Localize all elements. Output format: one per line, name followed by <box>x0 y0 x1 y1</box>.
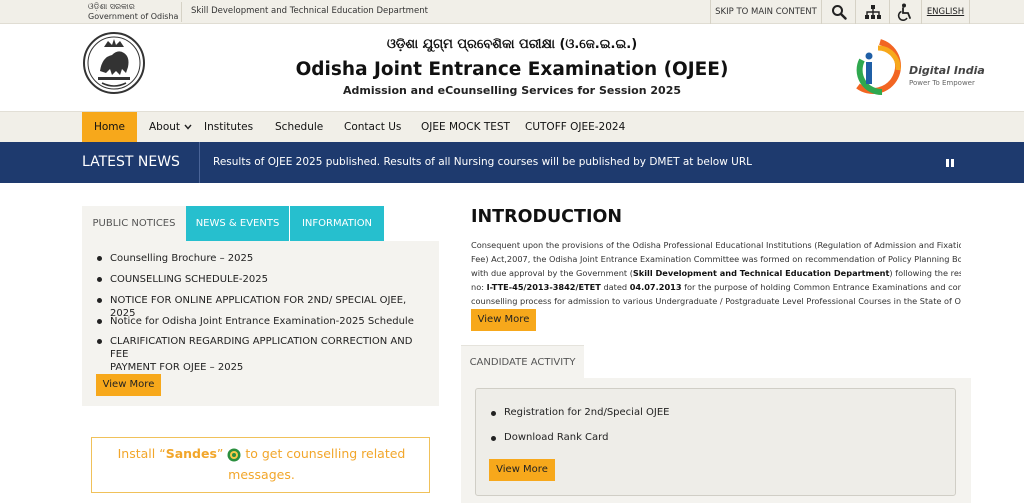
notice-item[interactable]: Counselling Brochure – 2025 <box>97 252 420 265</box>
tab-candidate-activity[interactable]: CANDIDATE ACTIVITY <box>461 345 584 378</box>
digital-india-icon <box>856 39 901 96</box>
intro-text: dated <box>600 282 630 292</box>
intro-resolution-date: 04.07.2013 <box>629 282 682 292</box>
nav-item-home[interactable]: Home <box>82 112 137 142</box>
tab-information[interactable]: INFORMATION <box>290 206 384 241</box>
intro-department: Skill Development and Technical Educatio… <box>632 268 890 278</box>
site-header: ଓଡ଼ିଶା ଯୁଗ୍ମ ପ୍ରବେଶିକା ପରୀକ୍ଷା (ଓ.ଜେ.ଇ.ଇ… <box>0 24 1024 111</box>
intro-text: no: <box>471 282 487 292</box>
sitemap-button[interactable] <box>856 0 890 24</box>
latest-news-label: LATEST NEWS <box>82 154 180 170</box>
intro-text: with due approval by the Government ( <box>471 268 633 278</box>
sandes-app-name: Sandes <box>165 446 217 461</box>
introduction-title: INTRODUCTION <box>471 207 622 227</box>
nav-item-about[interactable]: About <box>149 112 192 142</box>
search-icon <box>831 5 847 20</box>
intro-text: for the purpose of holding Common Entran… <box>684 282 961 292</box>
nav-item-about-label: About <box>149 121 181 133</box>
sandes-banner[interactable]: Install “Sandes” to get counselling rela… <box>91 437 430 493</box>
intro-paragraph-line: Fee) Act,2007, the Odisha Joint Entrance… <box>471 254 961 264</box>
sandes-line-1: Install “Sandes” to get counselling rela… <box>92 446 431 462</box>
sitemap-icon <box>864 5 881 19</box>
sandes-text-quote: ” <box>216 446 228 461</box>
main-navigation: Home About Institutes Schedule Contact U… <box>0 111 1024 142</box>
intro-paragraph-line: with due approval by the Government (Ski… <box>471 266 961 280</box>
accessibility-icon <box>897 3 911 21</box>
government-odia-label: ଓଡ଼ିଶା ସରକାର <box>88 2 135 11</box>
nav-item-schedule[interactable]: Schedule <box>275 112 323 142</box>
candidate-activity-view-more-button[interactable]: View More <box>489 459 555 481</box>
search-button[interactable] <box>822 0 856 24</box>
intro-view-more-button[interactable]: View More <box>471 309 536 331</box>
notices-view-more-button[interactable]: View More <box>96 374 161 396</box>
language-english-link[interactable]: ENGLISH <box>922 0 970 24</box>
digital-india-tagline: Power To Empower <box>909 79 975 87</box>
intro-text: ) following the resolution <box>889 268 961 278</box>
sandes-app-icon <box>227 448 241 461</box>
sandes-text-end: to get counselling related <box>241 446 406 461</box>
accessibility-button[interactable] <box>888 0 922 24</box>
notice-item[interactable]: CLARIFICATION REGARDING APPLICATION CORR… <box>97 335 420 374</box>
notice-item-line: CLARIFICATION REGARDING APPLICATION CORR… <box>110 336 413 360</box>
chevron-down-icon <box>184 124 192 130</box>
nav-item-ojee-mock-test[interactable]: OJEE MOCK TEST <box>421 112 510 142</box>
intro-paragraph-line: counselling process for admission to var… <box>471 296 961 306</box>
sandes-text-start: Install “ <box>117 446 166 461</box>
sandes-line-2: messages. <box>228 467 295 482</box>
candidate-activity-item[interactable]: Download Rank Card <box>490 432 608 443</box>
latest-news-ticker[interactable]: Results of OJEE 2025 published. Results … <box>213 142 752 183</box>
digital-india-title: Digital India <box>909 64 985 77</box>
candidate-activity-item[interactable]: Registration for 2nd/Special OJEE <box>491 407 670 418</box>
top-bar: ଓଡ଼ିଶା ସରକାର Government of Odisha Skill … <box>0 0 1024 24</box>
notice-item[interactable]: COUNSELLING SCHEDULE-2025 <box>97 273 420 286</box>
government-english-label: Government of Odisha <box>88 12 179 21</box>
nav-item-institutes[interactable]: Institutes <box>204 112 253 142</box>
tab-news-events[interactable]: NEWS & EVENTS <box>186 206 289 241</box>
pause-icon[interactable] <box>944 157 956 169</box>
notice-item-line: PAYMENT FOR OJEE – 2025 <box>110 362 244 373</box>
intro-resolution-number: I-TTE-45/2013-3842/ETET <box>486 282 601 292</box>
latest-news-bar: LATEST NEWS Results of OJEE 2025 publish… <box>0 142 1024 183</box>
public-notices-panel: Counselling Brochure – 2025 COUNSELLING … <box>82 241 439 406</box>
government-of-odisha[interactable]: ଓଡ଼ିଶା ସରକାର Government of Odisha <box>82 2 182 22</box>
nav-item-cutoff-ojee-2024[interactable]: CUTOFF OJEE-2024 <box>525 112 625 142</box>
intro-paragraph-line: no: I-TTE-45/2013-3842/ETET dated 04.07.… <box>471 280 961 294</box>
tab-public-notices[interactable]: PUBLIC NOTICES <box>82 206 186 241</box>
nav-item-contact-us[interactable]: Contact Us <box>344 112 401 142</box>
news-divider <box>199 142 200 183</box>
skip-to-main-content-link[interactable]: SKIP TO MAIN CONTENT <box>710 0 822 24</box>
intro-paragraph-line: Consequent upon the provisions of the Od… <box>471 240 961 250</box>
department-link[interactable]: Skill Development and Technical Educatio… <box>191 6 428 16</box>
notice-item[interactable]: Notice for Odisha Joint Entrance Examina… <box>97 315 420 328</box>
digital-india-logo[interactable]: Digital India Power To Empower <box>852 34 985 100</box>
